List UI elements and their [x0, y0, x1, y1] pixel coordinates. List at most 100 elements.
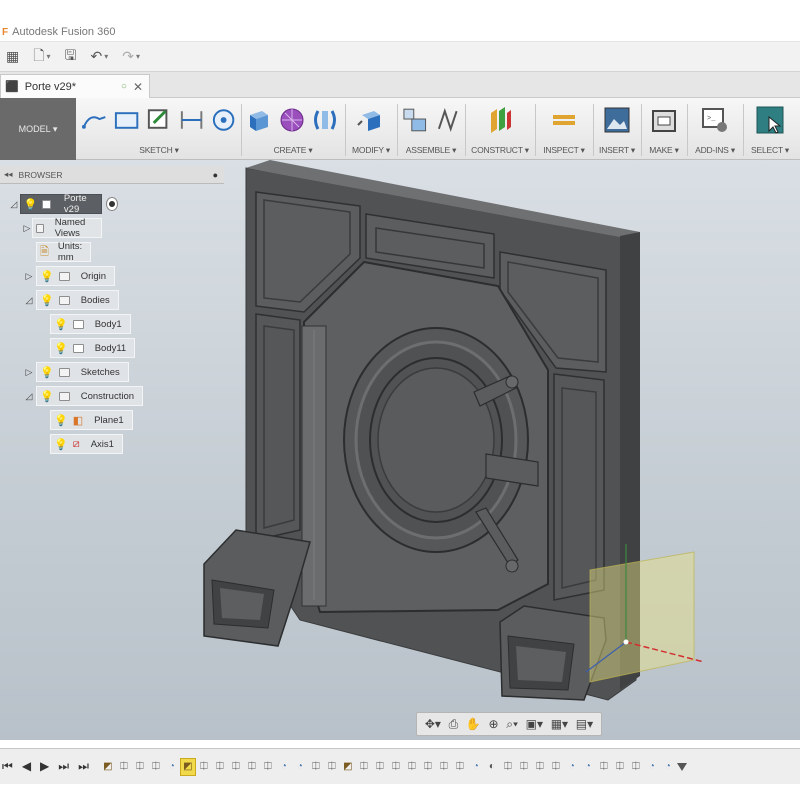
- viewports-icon[interactable]: ▤▾: [576, 717, 593, 731]
- display-settings-icon[interactable]: ▣▾: [526, 717, 543, 731]
- close-tab-icon[interactable]: ✕: [133, 80, 143, 94]
- timeline-marker-icon[interactable]: [676, 762, 687, 771]
- timeline-extrude-icon[interactable]: ⎅: [613, 759, 627, 775]
- timeline-fillet-icon[interactable]: ◔: [277, 759, 291, 775]
- create-menu-label[interactable]: CREATE ▾: [244, 145, 342, 156]
- collapse-triangle-icon[interactable]: ◿: [22, 295, 36, 306]
- collapse-triangle-icon[interactable]: ◿: [8, 199, 20, 210]
- expand-triangle-icon[interactable]: ▷: [22, 271, 36, 282]
- sketch-menu-label[interactable]: SKETCH ▾: [80, 145, 238, 156]
- timeline-sketch-icon[interactable]: ◩: [341, 759, 355, 775]
- collapse-triangle-icon[interactable]: ◿: [22, 391, 36, 402]
- visibility-bulb-icon[interactable]: 💡: [54, 342, 68, 355]
- look-at-icon[interactable]: ⎙: [449, 717, 459, 732]
- step-forward-icon[interactable]: ⏭: [58, 759, 69, 774]
- timeline-fillet-icon[interactable]: ◔: [565, 759, 579, 775]
- revolve-icon[interactable]: [310, 105, 340, 135]
- redo-button[interactable]: ↷ ▾: [122, 48, 140, 65]
- play-icon[interactable]: ▶: [40, 759, 49, 774]
- timeline-extrude-icon[interactable]: ⎅: [501, 759, 515, 775]
- visibility-bulb-off-icon[interactable]: 💡: [54, 414, 68, 427]
- visibility-bulb-off-icon[interactable]: 💡: [40, 390, 54, 403]
- timeline-extrude-icon[interactable]: ⎅: [421, 759, 435, 775]
- stop-sketch-icon[interactable]: [144, 105, 173, 135]
- assemble-menu-label[interactable]: ASSEMBLE ▾: [400, 145, 462, 156]
- inspect-menu-label[interactable]: INSPECT ▾: [538, 145, 590, 156]
- undo-button[interactable]: ↶ ▾: [90, 48, 108, 65]
- workspace-switcher[interactable]: MODEL ▾: [0, 98, 76, 160]
- tree-item-named-views[interactable]: ▷ Named Views: [22, 217, 102, 239]
- go-to-start-icon[interactable]: ⏮: [2, 759, 13, 774]
- timeline-extrude-icon[interactable]: ⎅: [549, 759, 563, 775]
- timeline-extrude-icon[interactable]: ⎅: [357, 759, 371, 775]
- make-menu-label[interactable]: MAKE ▾: [644, 145, 684, 156]
- tree-item-sketches[interactable]: ▷ 💡 Sketches: [22, 362, 129, 382]
- constraint-icon[interactable]: [209, 105, 238, 135]
- timeline-extrude-icon[interactable]: ⎅: [533, 759, 547, 775]
- visibility-bulb-icon[interactable]: 💡: [54, 438, 68, 451]
- timeline-extrude-icon[interactable]: ⎅: [229, 759, 243, 775]
- 3d-print-icon[interactable]: [649, 105, 679, 135]
- timeline-extrude-icon[interactable]: ⎅: [405, 759, 419, 775]
- visibility-bulb-off-icon[interactable]: 💡: [40, 366, 54, 379]
- addins-menu-label[interactable]: ADD-INS ▾: [690, 145, 740, 156]
- file-menu-button[interactable]: 🗋 ▾: [33, 45, 50, 69]
- timeline-extrude-icon[interactable]: ⎅: [437, 759, 451, 775]
- timeline-extrude-icon[interactable]: ⎅: [213, 759, 227, 775]
- pan-icon[interactable]: ✋: [466, 717, 481, 731]
- select-icon[interactable]: [755, 105, 785, 135]
- zoom-icon[interactable]: ⊕: [488, 717, 498, 731]
- timeline-fillet-icon[interactable]: ◔: [165, 759, 179, 775]
- timeline-fillet-icon[interactable]: ◔: [293, 759, 307, 775]
- construct-menu-label[interactable]: CONSTRUCT ▾: [468, 145, 532, 156]
- visibility-bulb-icon[interactable]: 💡: [24, 198, 38, 211]
- timeline-sketch-icon[interactable]: ◩: [101, 759, 115, 775]
- create-sketch-icon[interactable]: [80, 105, 109, 135]
- timeline-extrude-icon[interactable]: ⎅: [389, 759, 403, 775]
- fit-icon[interactable]: ⌕▾: [506, 717, 518, 732]
- visibility-bulb-icon[interactable]: 💡: [40, 294, 54, 307]
- press-pull-icon[interactable]: [356, 105, 386, 135]
- timeline-fillet-icon[interactable]: ◔: [645, 759, 659, 775]
- offset-plane-icon[interactable]: [485, 105, 515, 135]
- step-back-icon[interactable]: ◀: [22, 759, 31, 774]
- timeline-extrude-icon[interactable]: ⎅: [597, 759, 611, 775]
- activate-radio-icon[interactable]: [106, 197, 119, 211]
- dimension-icon[interactable]: [177, 105, 206, 135]
- modify-menu-label[interactable]: MODIFY ▾: [348, 145, 394, 156]
- timeline-sketch-icon[interactable]: ◩: [179, 757, 196, 776]
- tree-item-body11[interactable]: 💡 Body11: [50, 338, 136, 358]
- extrude-icon[interactable]: [244, 105, 274, 135]
- new-component-icon[interactable]: [400, 105, 430, 135]
- tree-item-axis1[interactable]: 💡 ⧄ Axis1: [50, 434, 123, 454]
- expand-triangle-icon[interactable]: ▷: [22, 367, 36, 378]
- insert-image-icon[interactable]: [602, 105, 632, 135]
- timeline-extrude-icon[interactable]: ⎅: [373, 759, 387, 775]
- timeline-extrude-icon[interactable]: ⎅: [453, 759, 467, 775]
- data-panel-icon[interactable]: ▦: [6, 48, 19, 65]
- timeline-extrude-icon[interactable]: ⎅: [133, 759, 147, 775]
- select-menu-label[interactable]: SELECT ▾: [746, 145, 794, 156]
- document-tab[interactable]: ⬛ Porte v29* ○ ✕: [0, 74, 150, 98]
- expand-triangle-icon[interactable]: ▷: [22, 223, 32, 234]
- tree-item-body1[interactable]: 💡 Body1: [50, 314, 131, 334]
- timeline-extrude-icon[interactable]: ⎅: [197, 759, 211, 775]
- timeline-mirror-icon[interactable]: ◐: [485, 759, 499, 775]
- insert-menu-label[interactable]: INSERT ▾: [596, 145, 638, 156]
- collapse-browser-icon[interactable]: ◂◂: [4, 169, 13, 180]
- measure-icon[interactable]: [549, 105, 579, 135]
- rectangle-icon[interactable]: [112, 105, 141, 135]
- timeline-extrude-icon[interactable]: ⎅: [629, 759, 643, 775]
- joint-icon[interactable]: [433, 105, 463, 135]
- visibility-bulb-icon[interactable]: 💡: [40, 270, 54, 283]
- timeline-fillet-icon[interactable]: ◔: [661, 759, 675, 775]
- grid-settings-icon[interactable]: ▦▾: [551, 717, 568, 731]
- tree-item-plane1[interactable]: 💡 ◧ Plane1: [50, 410, 133, 430]
- timeline-extrude-icon[interactable]: ⎅: [117, 759, 131, 775]
- timeline-extrude-icon[interactable]: ⎅: [309, 759, 323, 775]
- timeline-fillet-icon[interactable]: ◔: [581, 759, 595, 775]
- tree-item-units[interactable]: 🗎 Units: mm: [36, 241, 92, 263]
- orbit-icon[interactable]: ✥▾: [425, 717, 441, 731]
- timeline-extrude-icon[interactable]: ⎅: [261, 759, 275, 775]
- go-to-end-icon[interactable]: ⏭: [78, 759, 89, 774]
